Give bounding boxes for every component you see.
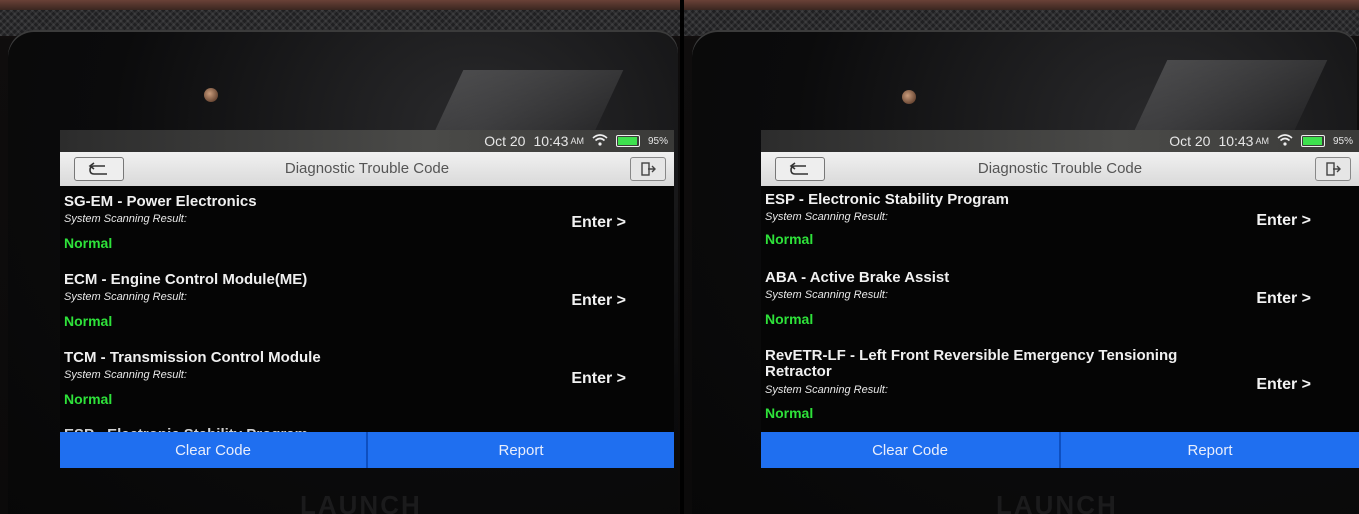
enter-button[interactable]: Enter > — [571, 292, 626, 310]
scan-result-label: System Scanning Result: — [765, 384, 888, 396]
enter-button[interactable]: Enter > — [571, 370, 626, 388]
status-date: Oct 20 — [484, 133, 526, 149]
enter-button[interactable]: Enter > — [1256, 212, 1311, 230]
system-name: ECM - Engine Control Module(ME) — [64, 271, 308, 288]
clear-code-button[interactable]: Clear Code — [761, 432, 1059, 468]
battery-icon — [615, 135, 640, 147]
system-name: TCM - Transmission Control Module — [64, 349, 321, 366]
scan-result-label: System Scanning Result: — [64, 291, 187, 303]
status-bar: Oct 20 10:43 AM 95% — [60, 130, 674, 152]
scan-result-label: System Scanning Result: — [64, 213, 187, 225]
status-badge: Normal — [765, 231, 814, 247]
status-time: 10:43 — [1218, 133, 1254, 149]
device-edge — [0, 0, 680, 10]
system-name: RevETR-LF - Left Front Reversible Emerge… — [765, 347, 1178, 380]
report-button[interactable]: Report — [366, 432, 674, 468]
dtc-list: ESP - Electronic Stability Program Syste… — [761, 186, 1359, 434]
action-bar: Clear Code Report — [60, 432, 674, 468]
exit-button[interactable] — [630, 157, 666, 181]
list-item[interactable]: TCM - Transmission Control Module System… — [60, 348, 674, 422]
status-badge: Normal — [765, 405, 814, 421]
list-item[interactable]: SG-EM - Power Electronics System Scannin… — [60, 192, 674, 266]
status-time: 10:43 — [533, 133, 569, 149]
status-badge: Normal — [64, 391, 113, 407]
enter-button[interactable]: Enter > — [571, 214, 626, 232]
page-title: Diagnostic Trouble Code — [284, 160, 450, 177]
device-edge — [684, 0, 1359, 10]
enter-button[interactable]: Enter > — [1256, 376, 1311, 394]
diagnostic-screen: Oct 20 10:43 AM 95% Diagnostic Trouble C… — [60, 130, 674, 468]
title-bar: Diagnostic Trouble Code — [761, 152, 1359, 186]
exit-button[interactable] — [1315, 157, 1351, 181]
battery-percent: 95% — [647, 135, 668, 147]
status-bar: Oct 20 10:43 AM 95% — [761, 130, 1359, 152]
exit-icon — [1326, 162, 1341, 176]
action-bar: Clear Code Report — [761, 432, 1359, 468]
list-item[interactable]: ESP - Electronic Stability Program Syste… — [761, 190, 1359, 264]
diagnostic-screen: Oct 20 10:43 AM 95% Diagnostic Trouble C… — [761, 130, 1359, 468]
report-button[interactable]: Report — [1059, 432, 1359, 468]
status-date: Oct 20 — [1169, 133, 1211, 149]
status-badge: Normal — [64, 235, 113, 251]
battery-percent: 95% — [1332, 135, 1353, 147]
exit-icon — [641, 162, 656, 176]
scan-result-label: System Scanning Result: — [64, 369, 187, 381]
list-item[interactable]: ABA - Active Brake Assist System Scannin… — [761, 268, 1359, 342]
camera-icon — [902, 90, 916, 104]
title-bar: Diagnostic Trouble Code — [60, 152, 674, 186]
scan-result-label: System Scanning Result: — [765, 211, 888, 223]
photo-right: LAUNCH Oct 20 10:43 AM 95% Diagnostic Tr… — [684, 0, 1359, 514]
status-badge: Normal — [765, 311, 814, 327]
enter-button[interactable]: Enter > — [1256, 290, 1311, 308]
status-badge: Normal — [64, 313, 113, 329]
status-ampm: AM — [570, 136, 584, 146]
brand-logo: LAUNCH — [996, 490, 1118, 514]
dtc-list: SG-EM - Power Electronics System Scannin… — [60, 186, 674, 435]
system-name: ABA - Active Brake Assist — [765, 269, 950, 286]
status-ampm: AM — [1255, 136, 1269, 146]
wifi-icon — [1277, 133, 1293, 149]
scan-result-label: System Scanning Result: — [765, 289, 888, 301]
system-name: SG-EM - Power Electronics — [64, 193, 257, 210]
system-name: ESP - Electronic Stability Program — [765, 191, 1009, 208]
photo-left: LAUNCH Oct 20 10:43 AM 95% Diagnostic Tr… — [0, 0, 680, 514]
battery-icon — [1300, 135, 1325, 147]
camera-icon — [204, 88, 218, 102]
brand-logo: LAUNCH — [300, 490, 422, 514]
list-item[interactable]: ECM - Engine Control Module(ME) System S… — [60, 270, 674, 344]
clear-code-button[interactable]: Clear Code — [60, 432, 366, 468]
page-title: Diagnostic Trouble Code — [977, 160, 1143, 177]
list-item[interactable]: RevETR-LF - Left Front Reversible Emerge… — [761, 346, 1359, 436]
wifi-icon — [592, 133, 608, 149]
